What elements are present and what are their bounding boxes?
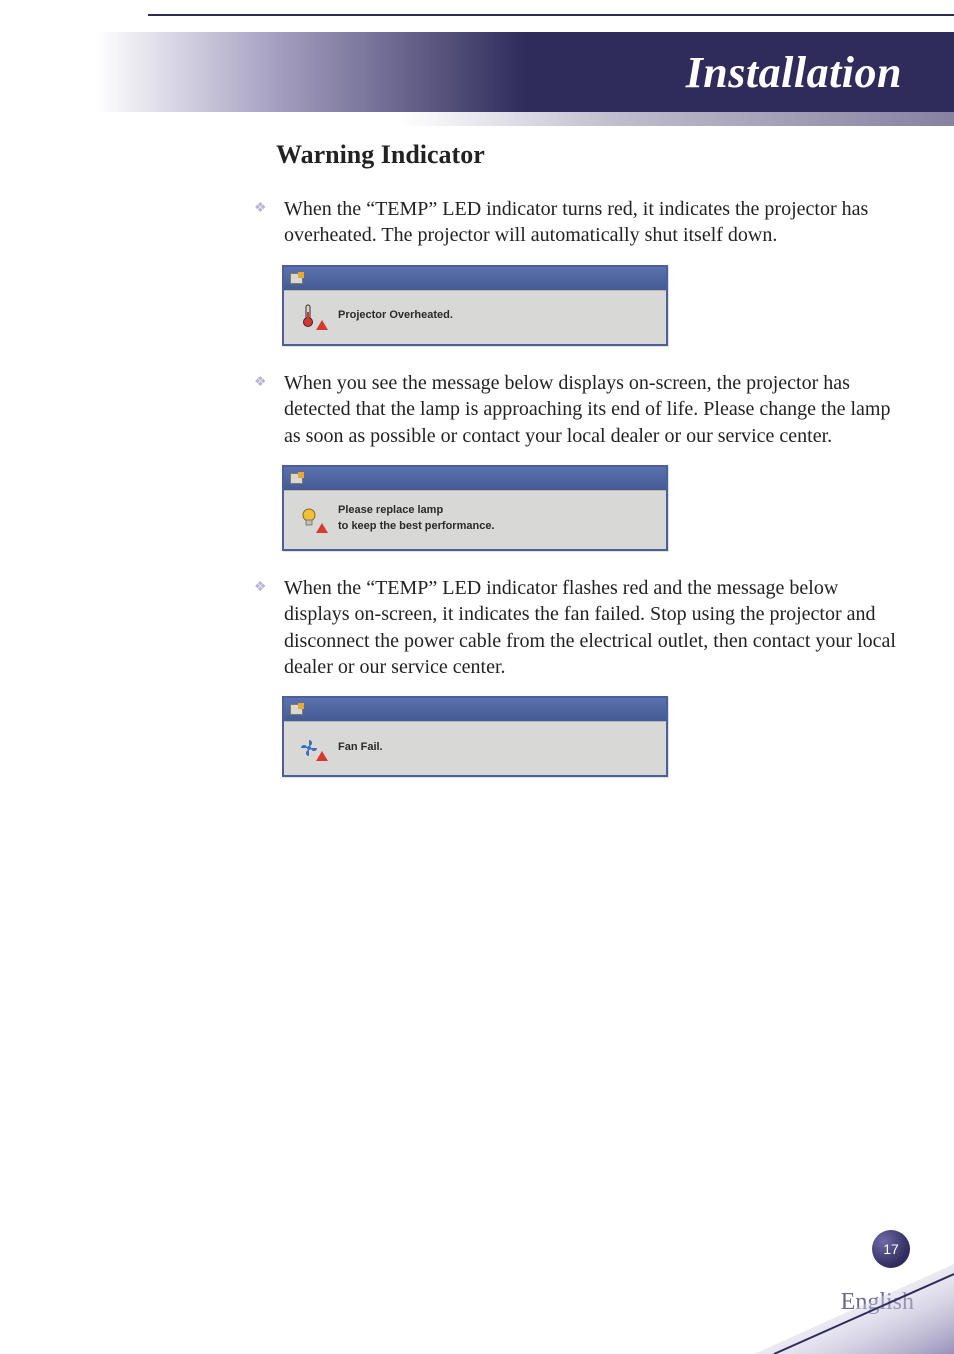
page-number: 17 <box>883 1241 899 1257</box>
dialog-line2: to keep the best performance. <box>338 519 495 535</box>
bullet-text: When the “TEMP” LED indicator turns red,… <box>284 196 896 249</box>
dialog-body: Fan Fail. <box>284 721 666 775</box>
diamond-bullet-icon: ❖ <box>254 581 268 595</box>
dialog-message: Projector Overheated. <box>338 308 453 324</box>
page-number-badge: 17 <box>872 1230 910 1268</box>
diamond-bullet-icon: ❖ <box>254 202 268 216</box>
content-area: Warning Indicator ❖ When the “TEMP” LED … <box>276 140 896 801</box>
dialog-body: Please replace lamp to keep the best per… <box>284 490 666 549</box>
projector-icon <box>290 273 303 284</box>
thermometer-icon <box>294 304 324 328</box>
warning-dialog-lamp: Please replace lamp to keep the best per… <box>282 465 668 551</box>
lamp-icon <box>294 507 324 531</box>
top-rule <box>148 14 954 16</box>
dialog-titlebar <box>284 467 666 490</box>
dialog-line1: Projector Overheated. <box>338 309 453 321</box>
warning-dialog-overheat: Projector Overheated. <box>282 265 668 346</box>
dialog-message: Fan Fail. <box>338 740 383 756</box>
chapter-header: Installation <box>0 32 954 112</box>
bullet-text: When you see the message below displays … <box>284 370 896 449</box>
warning-dialog-fan: Fan Fail. <box>282 696 668 777</box>
dialog-titlebar <box>284 267 666 290</box>
section-title: Warning Indicator <box>276 140 896 170</box>
warning-triangle-icon <box>316 320 328 330</box>
warning-triangle-icon <box>316 523 328 533</box>
header-shadow <box>400 112 954 126</box>
diamond-bullet-icon: ❖ <box>254 376 268 390</box>
footer-language: English <box>841 1289 914 1316</box>
bullet-text: When the “TEMP” LED indicator flashes re… <box>284 575 896 681</box>
projector-icon <box>290 704 303 715</box>
dialog-line1: Fan Fail. <box>338 741 383 753</box>
dialog-message: Please replace lamp to keep the best per… <box>338 503 495 535</box>
dialog-titlebar <box>284 698 666 721</box>
bullet-item: ❖ When the “TEMP” LED indicator flashes … <box>276 575 896 681</box>
dialog-body: Projector Overheated. <box>284 290 666 344</box>
chapter-title: Installation <box>686 47 902 98</box>
projector-icon <box>290 473 303 484</box>
bullet-item: ❖ When the “TEMP” LED indicator turns re… <box>276 196 896 249</box>
dialog-line1: Please replace lamp <box>338 503 495 519</box>
fan-icon <box>294 737 324 759</box>
bullet-item: ❖ When you see the message below display… <box>276 370 896 449</box>
warning-triangle-icon <box>316 751 328 761</box>
